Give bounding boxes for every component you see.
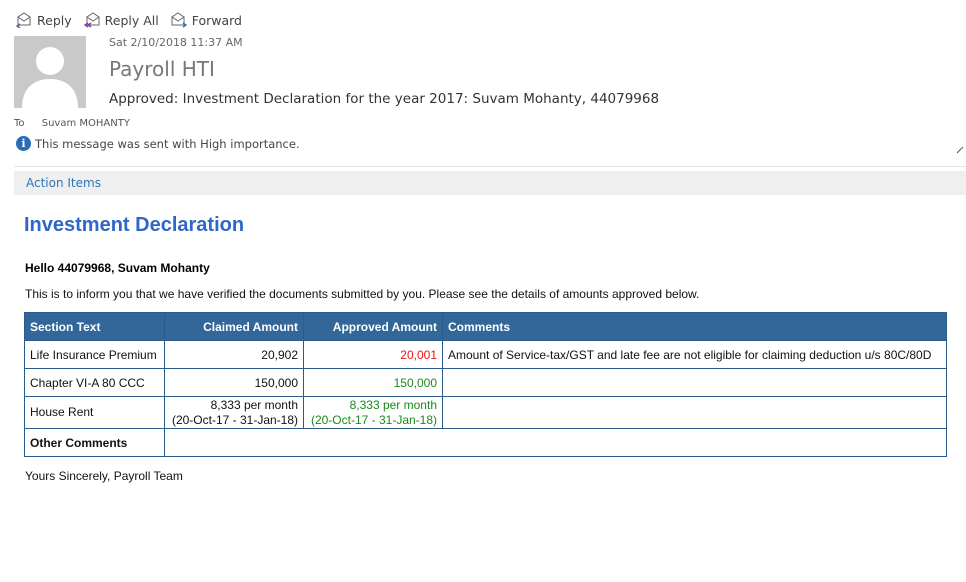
- table-row: Other Comments: [24, 428, 947, 457]
- forward-label: Forward: [191, 12, 242, 28]
- table-header-row: Section Text Claimed Amount Approved Amo…: [24, 312, 947, 341]
- intro-text: This is to inform you that we have verif…: [25, 287, 700, 301]
- recipient-name[interactable]: Suvam MOHANTY: [42, 118, 130, 129]
- claimed-cell: 150,000: [164, 368, 304, 397]
- recipient-row: To Suvam MOHANTY: [14, 118, 130, 129]
- message-subject: Approved: Investment Declaration for the…: [109, 91, 660, 107]
- sender-name[interactable]: Payroll HTI: [109, 57, 215, 81]
- importance-text: This message was sent with High importan…: [35, 136, 300, 151]
- greeting-text: Hello 44079968, Suvam Mohanty: [25, 261, 210, 275]
- claimed-cell: 8,333 per month (20-Oct-17 - 31-Jan-18): [164, 396, 304, 429]
- column-header: Claimed Amount: [164, 312, 304, 341]
- section-cell: Chapter VI-A 80 CCC: [24, 368, 165, 397]
- column-header: Comments: [442, 312, 947, 341]
- reply-icon: [16, 12, 31, 28]
- forward-icon: [171, 12, 187, 28]
- signoff-text: Yours Sincerely, Payroll Team: [25, 469, 183, 483]
- reply-all-button[interactable]: Reply All: [83, 10, 159, 30]
- claimed-amount-line: 8,333 per month: [210, 397, 298, 412]
- approved-period-line: (20-Oct-17 - 31-Jan-18): [310, 412, 437, 427]
- claimed-period-line: (20-Oct-17 - 31-Jan-18): [171, 412, 298, 427]
- to-label: To: [14, 118, 25, 129]
- resize-grip-icon[interactable]: [956, 146, 964, 154]
- comments-cell: [442, 368, 947, 397]
- sender-avatar: [14, 36, 86, 108]
- header-divider: [14, 166, 966, 167]
- approved-cell: 150,000: [303, 368, 443, 397]
- table-row: Life Insurance Premium 20,902 20,001 Amo…: [24, 340, 947, 369]
- approved-cell: 8,333 per month (20-Oct-17 - 31-Jan-18): [303, 396, 443, 429]
- info-icon: i: [16, 136, 31, 151]
- table-row: House Rent 8,333 per month (20-Oct-17 - …: [24, 396, 947, 429]
- amounts-table: Section Text Claimed Amount Approved Amo…: [24, 312, 947, 457]
- column-header: Section Text: [24, 312, 165, 341]
- table-row: Chapter VI-A 80 CCC 150,000 150,000: [24, 368, 947, 397]
- reply-label: Reply: [37, 12, 72, 28]
- approved-amount-line: 8,333 per month: [349, 397, 437, 412]
- body-heading: Investment Declaration: [24, 214, 245, 236]
- message-toolbar: Reply Reply All Forward: [16, 10, 242, 30]
- column-header: Approved Amount: [303, 312, 443, 341]
- forward-button[interactable]: Forward: [171, 10, 242, 30]
- claimed-cell: 20,902: [164, 340, 304, 369]
- other-comments-label: Other Comments: [24, 428, 165, 457]
- reply-button[interactable]: Reply: [16, 10, 72, 30]
- action-items-link[interactable]: Action Items: [26, 176, 101, 190]
- comments-cell: Amount of Service-tax/GST and late fee a…: [442, 340, 947, 369]
- section-cell: Life Insurance Premium: [24, 340, 165, 369]
- reply-all-label: Reply All: [104, 12, 159, 28]
- section-cell: House Rent: [24, 396, 165, 429]
- comments-cell: [442, 396, 947, 429]
- importance-notice: i This message was sent with High import…: [16, 136, 300, 151]
- approved-cell: 20,001: [303, 340, 443, 369]
- person-placeholder-icon: [14, 36, 86, 108]
- reply-all-icon: [83, 12, 100, 28]
- action-bar: Action Items: [14, 171, 966, 195]
- other-comments-cell: [164, 428, 947, 457]
- sent-date: Sat 2/10/2018 11:37 AM: [109, 36, 243, 49]
